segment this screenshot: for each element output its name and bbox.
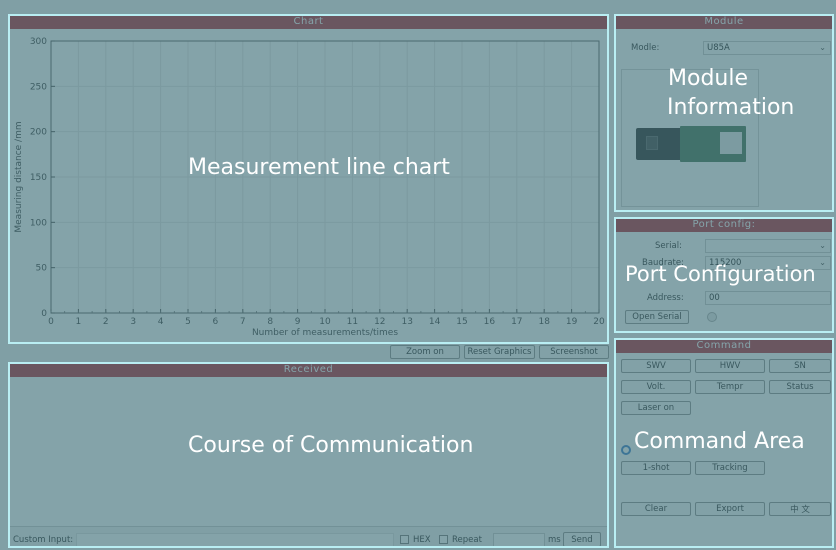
custom-input-row: Custom Input: HEX Repeat ms Send (8, 531, 609, 549)
x-tick-label: 16 (484, 317, 496, 327)
chevron-down-icon: ⌄ (819, 241, 826, 250)
send-button[interactable]: Send (563, 532, 601, 547)
y-tick-label: 0 (41, 309, 47, 319)
x-tick-label: 4 (158, 317, 164, 327)
port-config-panel: Port config: Serial: ⌄ Baudrate: 115200 … (614, 217, 834, 333)
address-value: 00 (709, 293, 720, 303)
module-panel: Module Modle: U85A ⌄ (614, 14, 834, 212)
x-tick-label: 10 (319, 317, 331, 327)
chevron-down-icon: ⌄ (819, 43, 826, 52)
export-button[interactable]: Export (695, 502, 765, 516)
received-log[interactable] (11, 379, 606, 524)
x-tick-label: 15 (456, 317, 467, 327)
clear-button[interactable]: Clear (621, 502, 691, 516)
repeat-checkbox[interactable] (439, 535, 448, 544)
custom-input-label: Custom Input: (13, 535, 74, 545)
module-product-image (636, 124, 746, 166)
y-tick-label: 150 (30, 173, 47, 183)
hwv-button[interactable]: HWV (695, 359, 765, 373)
port-config-title: Port config: (615, 218, 833, 232)
tracking-button[interactable]: Tracking (695, 461, 765, 475)
command-panel: Command SWV HWV SN Volt. Tempr Status La… (614, 338, 834, 548)
x-tick-label: 13 (401, 317, 412, 327)
x-tick-label: 8 (267, 317, 273, 327)
measurement-chart: 0 1 2 3 4 5 6 7 8 9 10 11 12 13 14 15 16 17 18 19 2005010015… (14, 37, 605, 338)
x-tick-label: 2 (103, 317, 109, 327)
repeat-label: Repeat (452, 535, 482, 545)
x-tick-label: 0 (48, 317, 54, 327)
chevron-down-icon: ⌄ (819, 258, 826, 267)
module-label: Modle: (631, 43, 660, 53)
received-panel: Received (8, 362, 609, 527)
swv-button[interactable]: SWV (621, 359, 691, 373)
open-serial-button[interactable]: Open Serial (625, 310, 689, 324)
sn-button[interactable]: SN (769, 359, 831, 373)
serial-label: Serial: (655, 241, 682, 251)
x-tick-label: 7 (240, 317, 246, 327)
laser-on-button[interactable]: Laser on (621, 401, 691, 415)
command-panel-title: Command (615, 339, 833, 353)
module-lens-window (646, 136, 658, 150)
x-tick-label: 11 (347, 317, 358, 327)
module-panel-title: Module (615, 15, 833, 29)
x-tick-label: 6 (213, 317, 219, 327)
module-select-value: U85A (707, 43, 730, 53)
x-tick-label: 1 (76, 317, 82, 327)
y-tick-label: 200 (30, 128, 47, 138)
status-button[interactable]: Status (769, 380, 831, 394)
y-tick-label: 100 (30, 218, 47, 228)
x-tick-label: 3 (130, 317, 136, 327)
y-axis-label: Measuring distance /mm (14, 121, 24, 232)
baudrate-label: Baudrate: (642, 258, 684, 268)
zoom-on-button[interactable]: Zoom on (390, 345, 460, 359)
serial-select[interactable]: ⌄ (705, 239, 831, 253)
y-tick-label: 300 (30, 37, 47, 47)
x-tick-label: 14 (429, 317, 441, 327)
module-housing (636, 128, 682, 160)
received-panel-title: Received (9, 363, 608, 377)
voltage-button[interactable]: Volt. (621, 380, 691, 394)
measure-mode-radio[interactable] (621, 445, 631, 455)
single-shot-button[interactable]: 1-shot (621, 461, 691, 475)
temperature-button[interactable]: Tempr (695, 380, 765, 394)
x-axis-label: Number of measurements/times (252, 328, 398, 338)
x-tick-label: 20 (593, 317, 605, 327)
connection-status-indicator (707, 312, 717, 322)
screenshot-button[interactable]: Screenshot (539, 345, 609, 359)
module-image-frame (621, 69, 759, 207)
repeat-interval-field[interactable] (493, 533, 545, 547)
x-tick-label: 9 (295, 317, 301, 327)
baudrate-select[interactable]: 115200 ⌄ (705, 256, 831, 270)
x-tick-label: 12 (374, 317, 385, 327)
hex-checkbox[interactable] (400, 535, 409, 544)
address-field[interactable]: 00 (705, 291, 831, 305)
x-tick-label: 19 (566, 317, 578, 327)
module-chip-label (720, 132, 742, 154)
hex-label: HEX (413, 535, 431, 545)
ms-label: ms (548, 535, 561, 545)
x-tick-label: 5 (185, 317, 191, 327)
y-tick-label: 250 (30, 82, 47, 92)
x-tick-label: 18 (538, 317, 550, 327)
chart-panel-title: Chart (9, 15, 608, 29)
custom-input-field[interactable] (76, 533, 394, 547)
chart-panel: Chart 0 1 2 3 4 5 6 7 8 9 10 11 12 13 14 15 16 17 18 19 20 0 5… (8, 14, 609, 344)
x-tick-label: 17 (511, 317, 522, 327)
baudrate-select-value: 115200 (709, 258, 742, 268)
module-select[interactable]: U85A ⌄ (703, 41, 831, 55)
address-label: Address: (647, 293, 684, 303)
reset-graphics-button[interactable]: Reset Graphics (464, 345, 535, 359)
language-button[interactable]: 中 文 (769, 502, 831, 516)
y-tick-label: 50 (36, 264, 48, 274)
